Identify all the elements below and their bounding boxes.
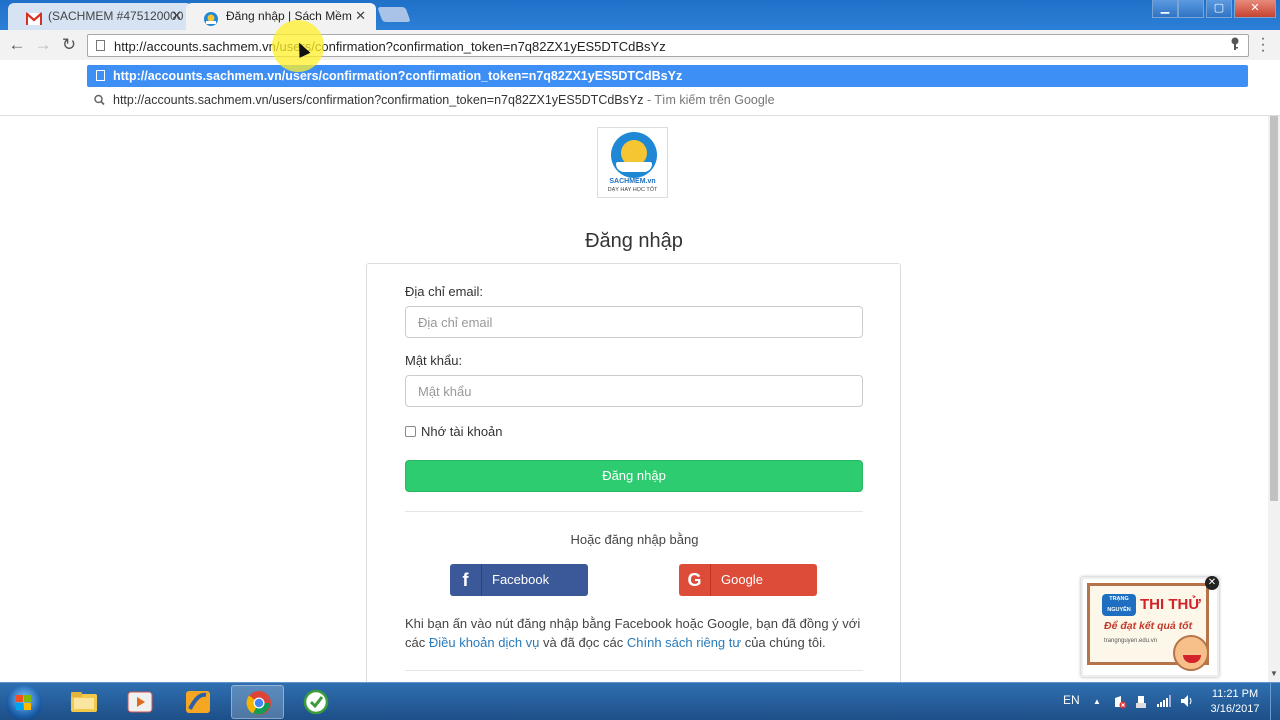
show-desktop-button[interactable] [1270, 683, 1280, 720]
google-login-button[interactable]: G Google [679, 564, 817, 596]
ad-title: THI THỬ [1140, 596, 1201, 613]
facebook-label: Facebook [492, 572, 550, 587]
remember-me[interactable]: Nhớ tài khoản [405, 424, 503, 439]
terms-of-service-link[interactable]: Điều khoản dịch vụ [429, 635, 540, 650]
suggestion-search[interactable]: http://accounts.sachmem.vn/users/confirm… [87, 89, 1248, 111]
clock-date: 3/16/2017 [1210, 703, 1260, 715]
taskbar-explorer[interactable] [57, 685, 110, 719]
folder-icon [70, 689, 98, 715]
page-scrollbar[interactable] [1268, 116, 1280, 682]
maximize-button[interactable]: ▢ [1206, 0, 1232, 18]
cartoon-face-icon [1173, 635, 1209, 671]
app-icon [302, 689, 330, 715]
gmail-icon [25, 9, 43, 25]
omnibox-suggestions: http://accounts.sachmem.vn/users/confirm… [0, 60, 1280, 116]
clock-time: 11:21 PM [1211, 688, 1259, 700]
logo-brand-text: SACHMEM.vn [609, 178, 656, 185]
volume-icon[interactable] [1181, 695, 1195, 710]
suggestion-text: http://accounts.sachmem.vn/users/confirm… [113, 69, 683, 83]
taskbar-snipping-tool[interactable] [171, 685, 224, 719]
taskbar-media-player[interactable] [113, 685, 166, 719]
snipping-tool-icon [184, 689, 212, 715]
privacy-policy-link[interactable]: Chính sách riêng tư [627, 635, 741, 650]
suggestion-text: http://accounts.sachmem.vn/users/confirm… [113, 93, 644, 107]
reload-icon[interactable]: ↻ [58, 35, 80, 55]
email-field[interactable] [405, 306, 863, 338]
tray-expand-icon[interactable]: ▲ [1093, 697, 1101, 706]
taskbar-clock[interactable]: 11:21 PM 3/16/2017 [1205, 687, 1265, 717]
page-icon [96, 70, 105, 81]
menu-dots-icon[interactable]: · · · [1259, 31, 1267, 59]
close-tab-icon[interactable]: ✕ [171, 3, 182, 29]
password-label: Mật khẩu: [405, 353, 463, 368]
terms-text: Khi bạn ấn vào nút đăng nhập bằng Facebo… [405, 614, 869, 652]
logo-book [616, 162, 652, 172]
network-signal-icon[interactable] [1157, 695, 1171, 710]
ad-popup[interactable]: TRẠNG NGUYÊN THI THỬ Để đạt kết quả tốt … [1081, 576, 1219, 677]
key-icon[interactable] [1230, 37, 1240, 54]
windows-taskbar: EN ▲ 11:21 PM 3/16/2017 [0, 682, 1280, 720]
minimize-button[interactable]: ▁ [1152, 0, 1178, 18]
scrollbar-thumb[interactable] [1270, 116, 1278, 501]
scroll-down-arrow-icon[interactable]: ▼ [1268, 667, 1280, 681]
terms-suffix: của chúng tôi. [741, 635, 826, 650]
action-center-icon[interactable] [1113, 695, 1127, 712]
google-icon: G [679, 564, 711, 596]
browser-toolbar: ← → ↻ http://accounts.sachmem.vn/users/c… [0, 30, 1280, 60]
login-form: Địa chỉ email: Mật khẩu: Nhớ tài khoản Đ… [366, 263, 901, 682]
google-label: Google [721, 572, 763, 587]
logo-slogan: DẠY HAY HỌC TỐT [607, 187, 658, 193]
address-bar-url[interactable]: http://accounts.sachmem.vn/users/confirm… [114, 39, 666, 54]
user-button[interactable] [1178, 0, 1204, 18]
back-arrow-icon[interactable]: ← [6, 35, 28, 55]
browser-tab-strip: (SACHMEM #475120000 ✕ Đăng nhập | Sách M… [0, 0, 1280, 30]
usb-device-icon[interactable] [1135, 695, 1147, 712]
taskbar-chrome[interactable] [231, 685, 284, 719]
divider [405, 511, 863, 512]
or-login-with-label: Hoặc đăng nhập bằng [570, 532, 699, 547]
tab-title: (SACHMEM #475120000 [48, 9, 184, 23]
chrome-icon [245, 690, 273, 716]
facebook-icon: f [450, 564, 482, 596]
page-title: Đăng nhập [585, 230, 683, 252]
address-bar[interactable]: http://accounts.sachmem.vn/users/confirm… [87, 34, 1249, 57]
remember-label: Nhớ tài khoản [421, 424, 503, 439]
password-field[interactable] [405, 375, 863, 407]
ad-close-icon[interactable]: ✕ [1205, 576, 1219, 590]
windows-logo-icon [16, 695, 32, 710]
suggestion-hint: - Tìm kiếm trên Google [643, 93, 775, 107]
terms-mid: và đã đọc các [539, 635, 627, 650]
forward-arrow-icon[interactable]: → [32, 35, 54, 55]
remember-checkbox[interactable] [405, 426, 416, 437]
facebook-login-button[interactable]: f Facebook [450, 564, 588, 596]
new-tab-button[interactable] [377, 7, 411, 22]
media-player-icon [126, 689, 154, 715]
page-content: SACHMEM.vn DẠY HAY HỌC TỐT Đăng nhập Địa… [0, 116, 1268, 682]
sachmem-logo[interactable]: SACHMEM.vn DẠY HAY HỌC TỐT [597, 127, 668, 198]
suggestion-url[interactable]: http://accounts.sachmem.vn/users/confirm… [87, 65, 1248, 87]
email-label: Địa chỉ email: [405, 284, 484, 299]
taskbar-app[interactable] [289, 685, 342, 719]
ad-logo: TRẠNG NGUYÊN [1102, 594, 1136, 616]
search-icon [94, 89, 105, 118]
page-icon [96, 40, 105, 51]
sachmem-icon [204, 9, 220, 26]
language-indicator[interactable]: EN [1063, 693, 1080, 707]
ad-subtitle: Để đạt kết quả tốt [1104, 620, 1193, 632]
ad-site: trangnguyen.edu.vn [1104, 638, 1158, 644]
login-button[interactable]: Đăng nhập [405, 460, 863, 492]
close-tab-icon[interactable]: ✕ [355, 3, 366, 29]
tab-gmail[interactable]: (SACHMEM #475120000 ✕ [8, 3, 192, 30]
divider [405, 670, 863, 671]
window-close-button[interactable]: ✕ [1234, 0, 1276, 18]
start-button[interactable] [6, 685, 42, 720]
